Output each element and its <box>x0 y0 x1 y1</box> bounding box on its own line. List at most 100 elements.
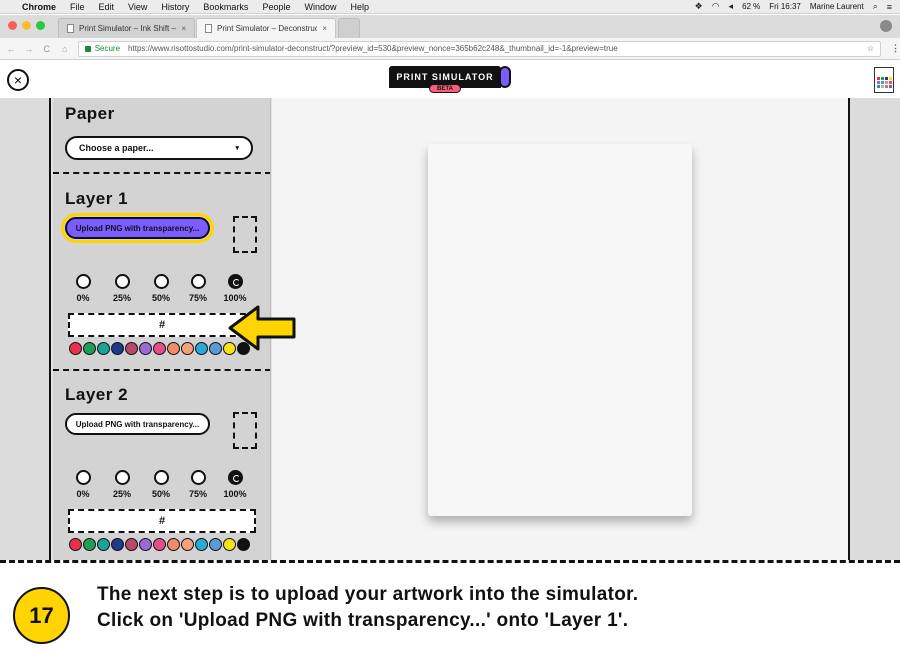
instruction-line-2: Click on 'Upload PNG with transparency..… <box>97 610 629 631</box>
menu-window[interactable]: Window <box>304 2 336 12</box>
ink-color-swatch[interactable] <box>125 342 138 355</box>
right-margin <box>848 98 900 560</box>
opacity-option-25[interactable]: 25% <box>104 274 140 303</box>
opacity-option-50[interactable]: 50% <box>143 274 179 303</box>
ink-color-swatch[interactable] <box>209 342 222 355</box>
back-icon[interactable]: ← <box>4 44 18 54</box>
paper-select-value: Choose a paper... <box>79 143 154 153</box>
url-text[interactable]: https://www.risottostudio.com/print-simu… <box>128 44 861 53</box>
layer-1-title: Layer 1 <box>65 189 129 208</box>
pointer-arrow-icon <box>228 305 296 351</box>
preview-canvas <box>272 98 848 560</box>
ink-color-swatch[interactable] <box>97 342 110 355</box>
ink-color-swatch[interactable] <box>111 342 124 355</box>
layer-2-title: Layer 2 <box>65 385 129 404</box>
dropbox-icon[interactable]: ❖ <box>695 1 703 12</box>
ink-color-swatch[interactable] <box>195 342 208 355</box>
reload-icon[interactable]: C <box>40 44 54 54</box>
page-icon <box>67 24 74 33</box>
ink-color-swatch[interactable] <box>167 538 180 551</box>
close-simulator-button[interactable]: × <box>7 69 29 91</box>
paper-select[interactable]: Choose a paper... ▾ <box>65 136 253 160</box>
section-divider <box>53 172 270 174</box>
close-window-icon[interactable] <box>8 21 17 30</box>
ink-color-swatch[interactable] <box>125 538 138 551</box>
ink-color-swatch[interactable] <box>181 538 194 551</box>
beta-badge: BETA <box>429 84 461 93</box>
layer-2-upload-button[interactable]: Upload PNG with transparency... <box>65 413 210 435</box>
swatch-book-icon[interactable] <box>874 67 894 93</box>
ink-color-swatch[interactable] <box>181 342 194 355</box>
ink-color-swatch[interactable] <box>69 538 82 551</box>
opacity-option-50[interactable]: 50% <box>143 470 179 499</box>
clock[interactable]: Fri 16:37 <box>769 2 801 11</box>
browser-tab-deconstruct[interactable]: Print Simulator – Deconstruct × <box>196 18 336 38</box>
ink-color-swatch[interactable] <box>111 538 124 551</box>
menu-bookmarks[interactable]: Bookmarks <box>203 2 248 12</box>
minimize-window-icon[interactable] <box>22 21 31 30</box>
step-number-badge: 17 <box>13 587 70 644</box>
instruction-line-1: The next step is to upload your artwork … <box>97 584 639 605</box>
ink-color-swatch[interactable] <box>83 342 96 355</box>
ink-color-swatch[interactable] <box>223 538 236 551</box>
bookmark-star-icon[interactable]: ☆ <box>867 44 874 53</box>
wifi-icon[interactable]: ◠ <box>712 1 720 12</box>
layer-1-ink-colors <box>69 342 250 355</box>
ink-color-swatch[interactable] <box>167 342 180 355</box>
layer-2-opacity-options: 0% 25% 50% 75% 100% <box>65 470 265 500</box>
tab-title: Print Simulator – Deconstruct <box>217 24 318 33</box>
menu-file[interactable]: File <box>70 2 85 12</box>
forward-icon[interactable]: → <box>22 44 36 54</box>
layer-2-hex-input[interactable]: # <box>68 509 256 533</box>
ink-color-swatch[interactable] <box>69 342 82 355</box>
ink-color-swatch[interactable] <box>139 342 152 355</box>
profile-icon[interactable] <box>880 20 892 32</box>
menu-app-name[interactable]: Chrome <box>22 2 56 12</box>
layer-1-upload-button[interactable]: Upload PNG with transparency... <box>61 213 214 243</box>
menu-view[interactable]: View <box>128 2 147 12</box>
paper-preview <box>428 144 692 516</box>
list-icon[interactable]: ≡ <box>887 2 892 12</box>
user-name[interactable]: Marine Laurent <box>810 2 864 11</box>
tab-close-icon[interactable]: × <box>181 24 186 33</box>
ink-color-swatch[interactable] <box>153 538 166 551</box>
address-bar[interactable]: Secure https://www.risottostudio.com/pri… <box>77 40 882 57</box>
browser-toolbar: ← → C ⌂ Secure https://www.risottostudio… <box>0 38 900 60</box>
ink-color-swatch[interactable] <box>97 538 110 551</box>
simulator-workspace: Paper Choose a paper... ▾ Layer 1 Upload… <box>0 98 900 560</box>
opacity-option-0[interactable]: 0% <box>65 470 101 499</box>
opacity-option-25[interactable]: 25% <box>104 470 140 499</box>
menu-help[interactable]: Help <box>350 2 369 12</box>
volume-icon[interactable]: ◂ <box>729 1 734 12</box>
opacity-option-100[interactable]: 100% <box>217 470 253 499</box>
opacity-option-75[interactable]: 75% <box>180 470 216 499</box>
zoom-window-icon[interactable] <box>36 21 45 30</box>
home-icon[interactable]: ⌂ <box>58 44 72 54</box>
opacity-option-0[interactable]: 0% <box>65 274 101 303</box>
print-simulator-logo: PRINT SIMULATOR BETA <box>389 66 511 93</box>
opacity-option-100[interactable]: 100% <box>217 274 253 303</box>
tab-close-icon[interactable]: × <box>322 24 327 33</box>
menu-edit[interactable]: Edit <box>99 2 115 12</box>
os-menu-bar: Chrome File Edit View History Bookmarks … <box>0 0 900 14</box>
ink-color-swatch[interactable] <box>209 538 222 551</box>
tutorial-caption: 17 The next step is to upload your artwo… <box>0 560 900 650</box>
browser-menu-icon[interactable]: ⋮ <box>891 43 900 54</box>
tab-title: Print Simulator – Ink Shift – Ri <box>79 24 177 33</box>
menu-history[interactable]: History <box>161 2 189 12</box>
layer-1-opacity-options: 0% 25% 50% 75% 100% <box>65 274 265 304</box>
opacity-option-75[interactable]: 75% <box>180 274 216 303</box>
left-margin <box>0 98 51 560</box>
layer-1-thumbnail-slot <box>233 216 257 253</box>
browser-tab-ink-shift[interactable]: Print Simulator – Ink Shift – Ri × <box>58 18 195 38</box>
ink-color-swatch[interactable] <box>83 538 96 551</box>
ink-color-swatch[interactable] <box>153 342 166 355</box>
ink-color-swatch[interactable] <box>139 538 152 551</box>
ink-color-swatch[interactable] <box>195 538 208 551</box>
search-icon[interactable]: ⌕ <box>873 1 878 12</box>
menu-people[interactable]: People <box>262 2 290 12</box>
ink-color-swatch[interactable] <box>237 538 250 551</box>
battery-status[interactable]: 62 % <box>742 2 760 11</box>
layer-2-thumbnail-slot <box>233 412 257 449</box>
new-tab-button[interactable] <box>338 18 360 38</box>
